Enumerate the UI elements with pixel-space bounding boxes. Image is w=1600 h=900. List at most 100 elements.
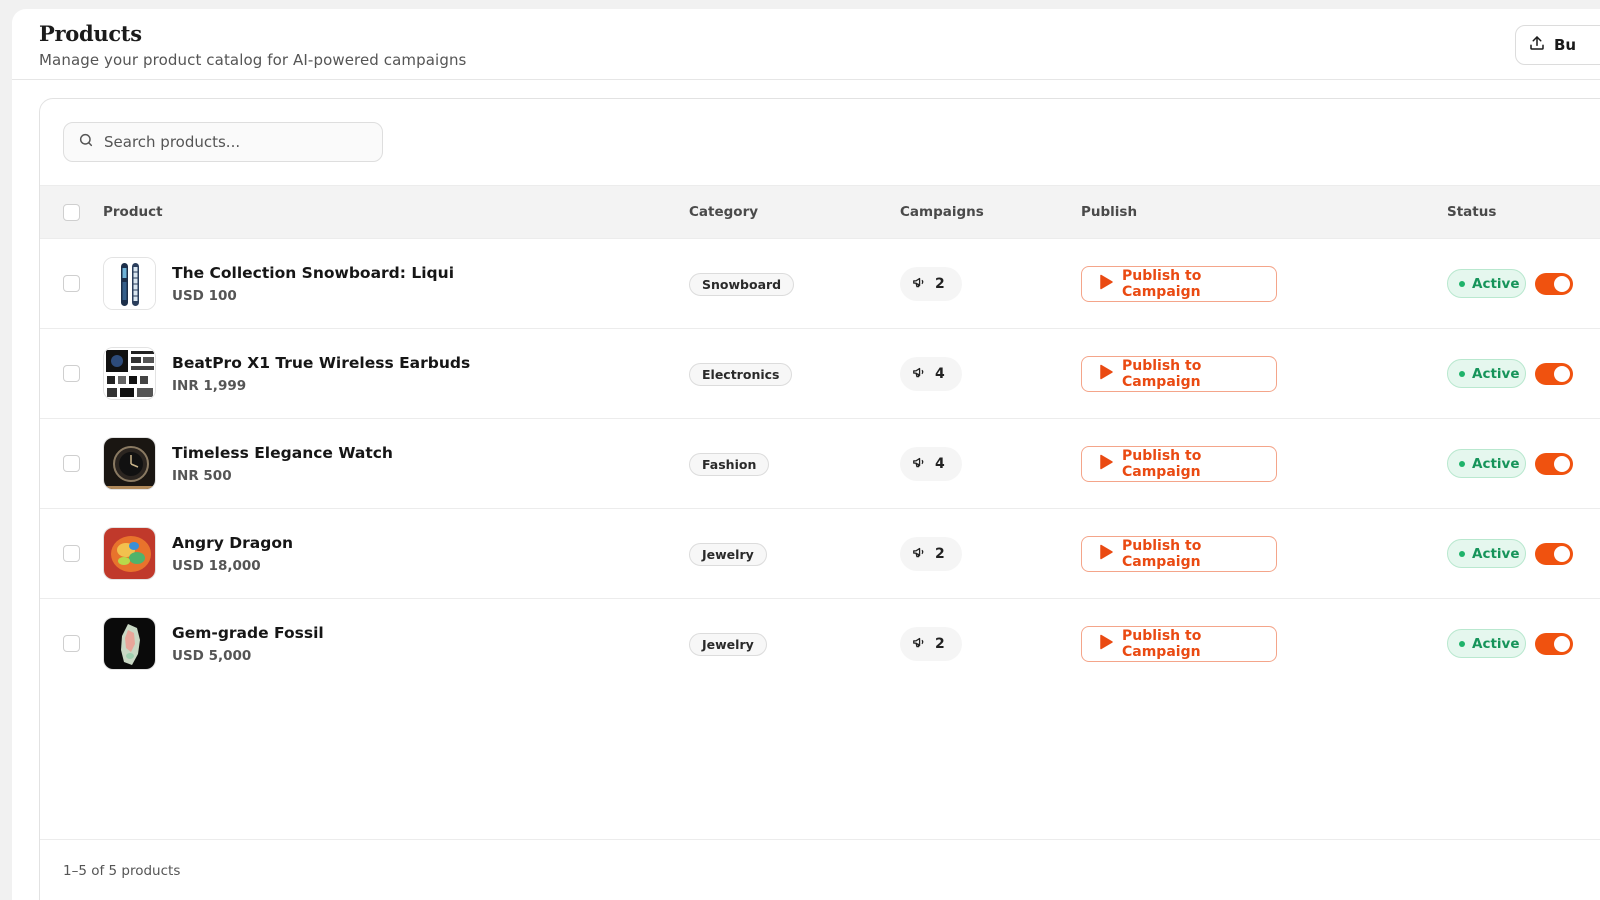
publish-to-campaign-button[interactable]: Publish to Campaign: [1081, 266, 1277, 302]
product-thumbnail-fossil: [103, 617, 156, 670]
campaign-count-value: 4: [935, 456, 945, 472]
campaign-count: 2: [900, 267, 962, 301]
row-checkbox[interactable]: [63, 545, 80, 562]
upload-icon: [1528, 34, 1546, 56]
status-badge: Active: [1447, 269, 1526, 298]
product-name[interactable]: The Collection Snowboard: Liqui: [172, 264, 454, 282]
column-header-campaigns[interactable]: Campaigns: [900, 204, 984, 220]
status-badge: Active: [1447, 449, 1526, 478]
product-price: INR 500: [172, 468, 232, 484]
product-thumbnail-snowboard: [103, 257, 156, 310]
page-header: Products Manage your product catalog for…: [12, 9, 1600, 80]
product-thumbnail-earbuds: [103, 347, 156, 400]
campaign-count: 4: [900, 357, 962, 391]
publish-to-campaign-button[interactable]: Publish to Campaign: [1081, 446, 1277, 482]
column-header-status[interactable]: Status: [1447, 204, 1496, 220]
active-toggle[interactable]: [1535, 363, 1573, 385]
category-badge: Fashion: [689, 453, 770, 476]
column-header-category[interactable]: Category: [689, 204, 758, 220]
product-thumbnail-watch: [103, 437, 156, 490]
product-name[interactable]: Timeless Elegance Watch: [172, 444, 393, 462]
play-icon: [1098, 544, 1114, 564]
table-row[interactable]: Timeless Elegance Watch INR 500 Fashion …: [40, 419, 1600, 509]
bulk-upload-button[interactable]: Bu: [1515, 25, 1600, 65]
row-checkbox[interactable]: [63, 365, 80, 382]
play-icon: [1098, 364, 1114, 384]
product-price: USD 100: [172, 288, 237, 304]
play-icon: [1098, 634, 1114, 654]
toggle-knob: [1554, 276, 1570, 292]
products-table-card: Product Category Campaigns Publish Statu…: [39, 98, 1600, 900]
product-price: INR 1,999: [172, 378, 247, 394]
toggle-knob: [1554, 456, 1570, 472]
row-checkbox[interactable]: [63, 455, 80, 472]
publish-to-campaign-button[interactable]: Publish to Campaign: [1081, 356, 1277, 392]
play-icon: [1098, 454, 1114, 474]
publish-to-campaign-button[interactable]: Publish to Campaign: [1081, 626, 1277, 662]
toggle-knob: [1554, 366, 1570, 382]
play-icon: [1098, 274, 1114, 294]
category-badge: Jewelry: [689, 543, 767, 566]
publish-label: Publish to Campaign: [1122, 358, 1202, 390]
table-header: Product Category Campaigns Publish Statu…: [40, 185, 1600, 239]
search-icon: [78, 132, 94, 152]
toggle-knob: [1554, 636, 1570, 652]
product-name[interactable]: Angry Dragon: [172, 534, 293, 552]
product-name[interactable]: Gem-grade Fossil: [172, 624, 324, 642]
toggle-knob: [1554, 546, 1570, 562]
publish-to-campaign-button[interactable]: Publish to Campaign: [1081, 536, 1277, 572]
table-row[interactable]: The Collection Snowboard: Liqui USD 100 …: [40, 239, 1600, 329]
category-badge: Jewelry: [689, 633, 767, 656]
active-toggle[interactable]: [1535, 453, 1573, 475]
campaign-count-value: 2: [935, 636, 945, 652]
status-dot: [1459, 280, 1465, 287]
status-badge: Active: [1447, 629, 1526, 658]
active-toggle[interactable]: [1535, 543, 1573, 565]
publish-label: Publish to Campaign: [1122, 268, 1202, 300]
status-label: Active: [1472, 455, 1520, 472]
search-box[interactable]: [63, 122, 383, 162]
table-row[interactable]: Gem-grade Fossil USD 5,000 Jewelry 2 Pub…: [40, 599, 1600, 689]
row-checkbox[interactable]: [63, 275, 80, 292]
status-label: Active: [1472, 275, 1520, 292]
product-price: USD 18,000: [172, 558, 261, 574]
publish-label: Publish to Campaign: [1122, 538, 1202, 570]
bulk-upload-label: Bu: [1554, 36, 1577, 54]
product-name[interactable]: BeatPro X1 True Wireless Earbuds: [172, 354, 470, 372]
page-subtitle: Manage your product catalog for AI-power…: [39, 51, 467, 69]
campaign-count: 2: [900, 537, 962, 571]
column-header-product[interactable]: Product: [103, 204, 163, 220]
table-row[interactable]: BeatPro X1 True Wireless Earbuds INR 1,9…: [40, 329, 1600, 419]
megaphone-icon: [912, 275, 926, 293]
select-all-checkbox[interactable]: [63, 204, 80, 221]
status-badge: Active: [1447, 359, 1526, 388]
megaphone-icon: [912, 455, 926, 473]
product-price: USD 5,000: [172, 648, 252, 664]
status-dot: [1459, 370, 1465, 377]
status-dot: [1459, 550, 1465, 557]
campaign-count-value: 2: [935, 546, 945, 562]
pagination-summary: 1–5 of 5 products: [63, 863, 181, 879]
campaign-count-value: 2: [935, 276, 945, 292]
active-toggle[interactable]: [1535, 273, 1573, 295]
product-thumbnail-opal: [103, 527, 156, 580]
campaign-count: 4: [900, 447, 962, 481]
status-badge: Active: [1447, 539, 1526, 568]
row-checkbox[interactable]: [63, 635, 80, 652]
active-toggle[interactable]: [1535, 633, 1573, 655]
products-page: Products Manage your product catalog for…: [12, 9, 1600, 900]
column-header-publish: Publish: [1081, 204, 1138, 220]
search-input[interactable]: [104, 133, 364, 151]
page-title: Products: [39, 21, 142, 46]
megaphone-icon: [912, 635, 926, 653]
category-badge: Snowboard: [689, 273, 795, 296]
publish-label: Publish to Campaign: [1122, 448, 1202, 480]
publish-label: Publish to Campaign: [1122, 628, 1202, 660]
megaphone-icon: [912, 545, 926, 563]
status-dot: [1459, 640, 1465, 647]
table-row[interactable]: Angry Dragon USD 18,000 Jewelry 2 Publis…: [40, 509, 1600, 599]
campaign-count-value: 4: [935, 366, 945, 382]
category-badge: Electronics: [689, 363, 793, 386]
table-footer: 1–5 of 5 products: [40, 839, 1600, 899]
campaign-count: 2: [900, 627, 962, 661]
